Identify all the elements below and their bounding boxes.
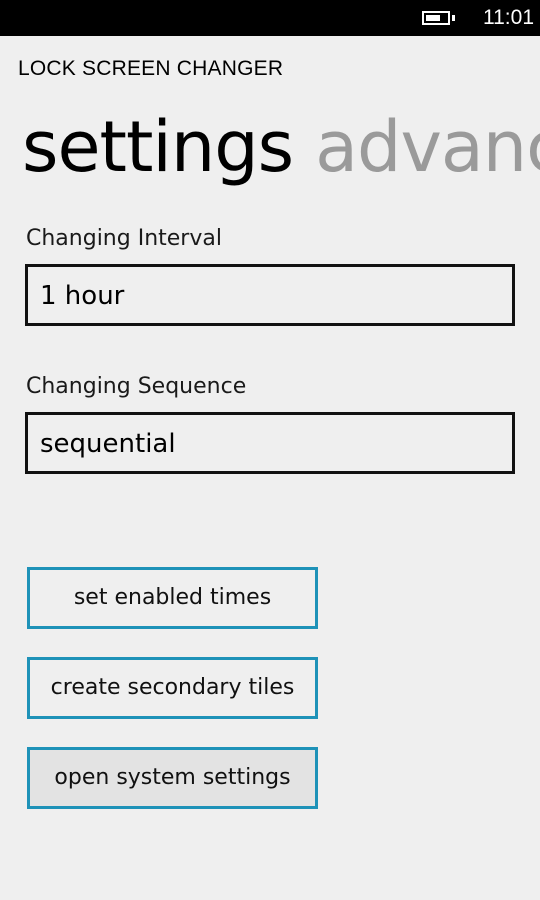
pivot-item-advanced[interactable]: advanc [315,106,540,188]
battery-icon [422,11,450,25]
status-clock: 11:01 [483,6,534,29]
status-bar: 11:01 [0,0,540,36]
set-enabled-times-button[interactable]: set enabled times [27,567,318,629]
changing-interval-picker[interactable]: 1 hour [25,264,515,326]
create-secondary-tiles-button[interactable]: create secondary tiles [27,657,318,719]
battery-tip [452,15,455,21]
battery-level-fill [426,15,440,21]
changing-sequence-picker[interactable]: sequential [25,412,515,474]
changing-sequence-label: Changing Sequence [26,374,247,399]
changing-interval-label: Changing Interval [26,226,222,251]
changing-interval-value: 1 hour [40,281,125,311]
open-system-settings-button[interactable]: open system settings [27,747,318,809]
changing-sequence-value: sequential [40,429,176,459]
app-title: LOCK SCREEN CHANGER [18,57,284,80]
pivot-item-settings[interactable]: settings [22,106,294,188]
pivot-header: settings advanc [22,102,540,192]
